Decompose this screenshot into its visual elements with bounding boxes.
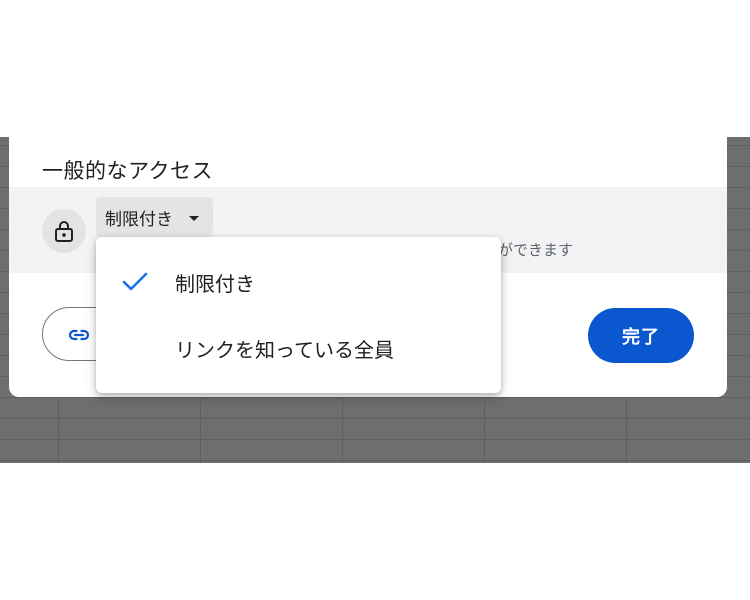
caret-down-icon	[189, 215, 199, 221]
access-level-selected-label: 制限付き	[105, 209, 173, 230]
general-access-title: 一般的なアクセス	[42, 159, 213, 183]
access-level-dropdown[interactable]: 制限付き	[96, 197, 213, 237]
lock-icon	[42, 209, 86, 253]
access-level-menu: 制限付き リンクを知っている全員	[96, 237, 501, 393]
menu-item-restricted[interactable]: 制限付き	[96, 257, 501, 307]
check-icon	[96, 257, 175, 307]
link-icon	[68, 329, 90, 341]
screen: 一般的なアクセス 制限付き とができます 完了 制限付き リンクを知っている全員	[0, 0, 750, 600]
done-button[interactable]: 完了	[588, 308, 694, 363]
menu-item-anyone-with-link[interactable]: リンクを知っている全員	[96, 323, 501, 373]
menu-item-label: 制限付き	[175, 271, 255, 296]
menu-item-label: リンクを知っている全員	[175, 337, 394, 362]
